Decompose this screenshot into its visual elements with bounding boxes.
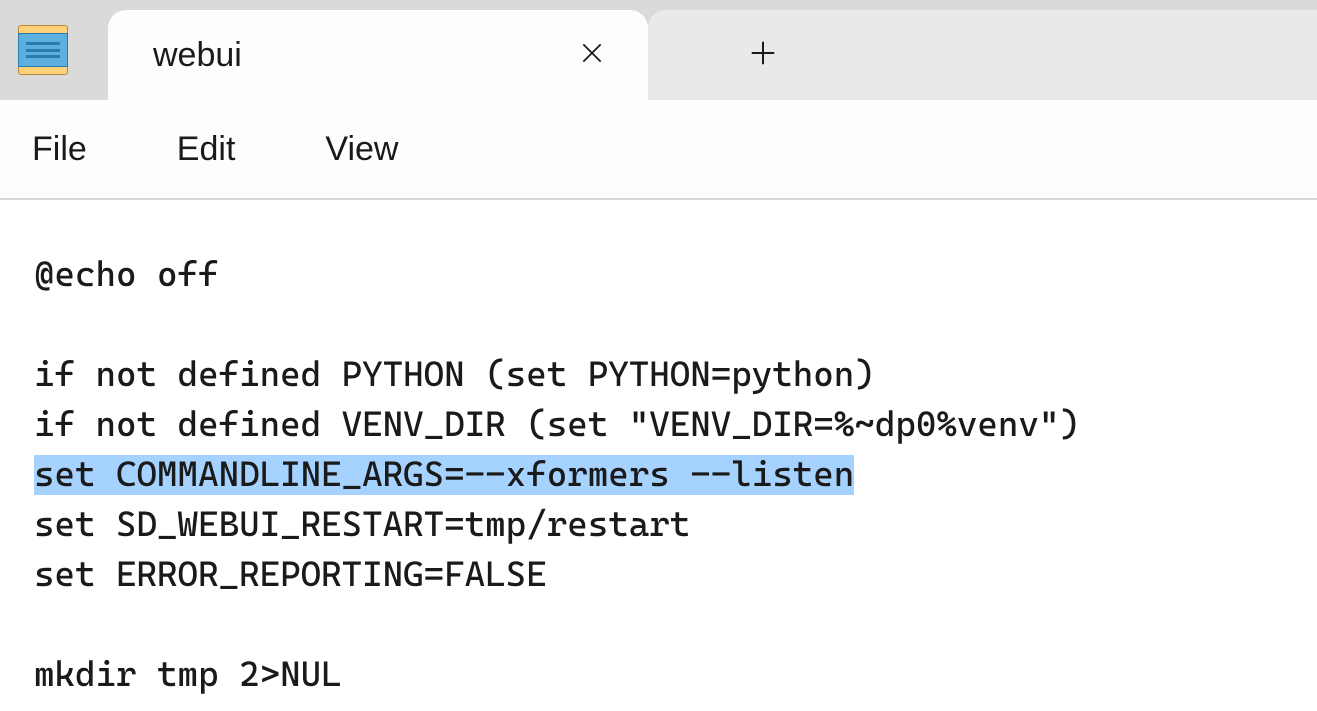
menu-view[interactable]: View — [321, 122, 402, 177]
editor-area[interactable]: @echo off if not defined PYTHON (set PYT… — [0, 200, 1317, 711]
close-icon — [579, 40, 605, 66]
menu-edit[interactable]: Edit — [173, 122, 240, 177]
title-bar: webui — [0, 0, 1317, 100]
plus-icon — [748, 38, 778, 68]
menu-bar: File Edit View — [0, 100, 1317, 200]
menu-file[interactable]: File — [28, 122, 91, 177]
tab-active[interactable]: webui — [108, 10, 648, 100]
new-tab-button[interactable] — [738, 28, 788, 82]
notepad-app-icon — [18, 25, 68, 75]
tab-strip-empty — [648, 10, 1317, 100]
tab-close-button[interactable] — [571, 32, 613, 79]
editor-content[interactable]: @echo off if not defined PYTHON (set PYT… — [34, 250, 1287, 700]
tab-title: webui — [153, 36, 571, 75]
